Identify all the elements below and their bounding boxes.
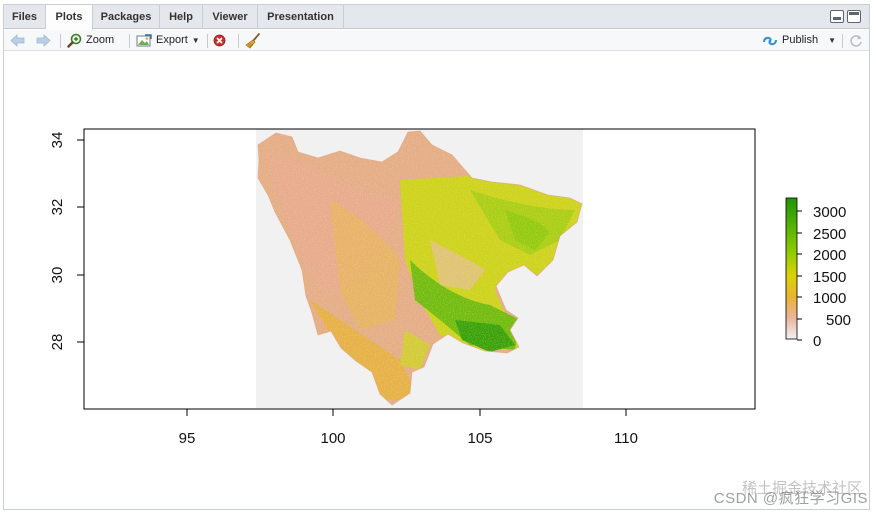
y-axis: 34 32 30 28 [49, 132, 84, 351]
colorbar [785, 197, 798, 340]
colorbar-tick-label: 1000 [813, 290, 846, 307]
colorbar-tick-label: 1500 [813, 269, 846, 286]
colorbar-tick-label: 500 [826, 312, 851, 329]
y-tick-label: 32 [49, 199, 66, 216]
x-tick-label: 105 [467, 430, 492, 447]
colorbar-tick-label: 2000 [813, 247, 846, 264]
x-axis: 95 100 105 110 [179, 409, 638, 447]
colorbar-tick-label: 0 [813, 333, 821, 350]
colorbar-legend: 3000 2500 2000 1500 1000 500 0 [785, 197, 851, 350]
y-tick-label: 34 [49, 132, 66, 149]
x-tick-label: 95 [179, 430, 196, 447]
colorbar-tick-label: 3000 [813, 204, 846, 221]
colorbar-tick-label: 2500 [813, 226, 846, 243]
watermark-overlay: 稀土掘金技术社区 [741, 480, 862, 497]
x-tick-label: 100 [320, 430, 345, 447]
x-tick-label: 110 [614, 430, 638, 447]
plot-area: 95 100 105 110 34 32 30 28 3000 2500 200… [49, 128, 851, 447]
y-tick-label: 30 [49, 267, 66, 284]
y-tick-label: 28 [49, 334, 66, 351]
